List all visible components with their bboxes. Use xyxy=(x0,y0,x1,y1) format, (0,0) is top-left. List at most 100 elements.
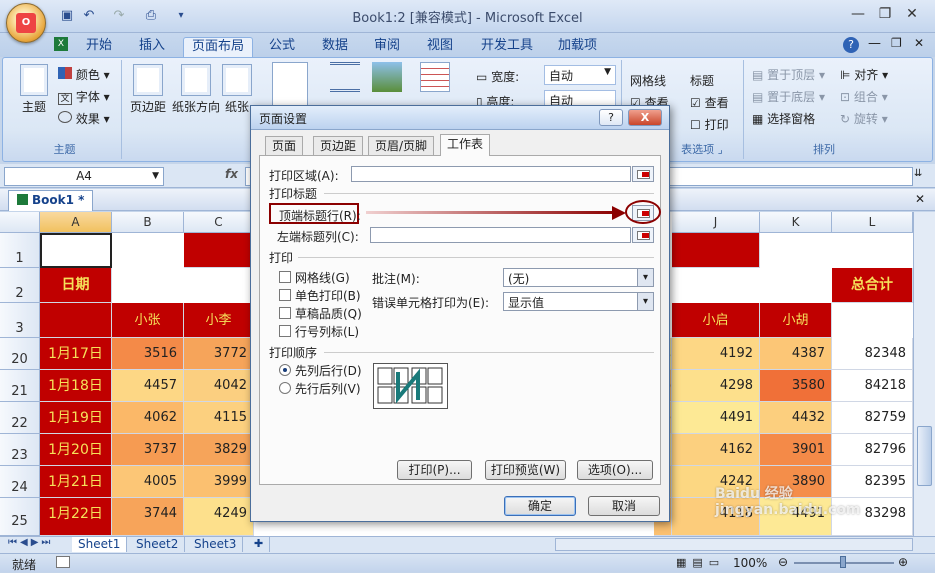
headings-print-checkbox[interactable]: ☐ 打印 xyxy=(690,116,729,133)
headings-view-checkbox[interactable]: ☑ 查看 xyxy=(690,94,729,111)
width-select[interactable]: 自动 ▼ xyxy=(544,65,616,85)
dialog-tab-sheet[interactable]: 工作表 xyxy=(440,134,491,156)
ribbon-close-icon[interactable]: ✕ xyxy=(914,36,924,50)
bring-front-button[interactable]: ▤ 置于顶层 ▾ xyxy=(752,66,825,83)
workbook-tab[interactable]: Book1 * xyxy=(8,190,94,211)
tab-addins[interactable]: 加载项 xyxy=(550,37,605,57)
row-header-2[interactable]: 2 xyxy=(0,268,40,303)
column-header-b[interactable]: B xyxy=(112,212,184,233)
tab-page-layout[interactable]: 页面布局 xyxy=(183,37,254,57)
zoom-out-icon[interactable]: ⊖ xyxy=(778,555,788,569)
cell-total[interactable]: 82796 xyxy=(832,434,913,466)
zoom-level[interactable]: 100% xyxy=(733,556,767,570)
cell-value[interactable]: 4062 xyxy=(112,402,184,434)
theme-colors-button[interactable]: 颜色 ▾ xyxy=(58,66,110,83)
draft-checkbox[interactable] xyxy=(279,307,291,319)
column-header-j[interactable]: J xyxy=(672,212,760,233)
scroll-thumb[interactable] xyxy=(917,426,932,486)
restore-icon[interactable]: ❐ xyxy=(872,5,898,25)
column-header-k[interactable]: K xyxy=(760,212,832,233)
cell-value[interactable]: 4457 xyxy=(112,370,184,402)
cell-a1[interactable] xyxy=(40,233,112,268)
rotate-button[interactable]: ↻ 旋转 ▾ xyxy=(840,110,888,127)
select-all-corner[interactable] xyxy=(0,212,40,233)
left-cols-ref-icon[interactable] xyxy=(632,227,654,243)
orientation-button[interactable]: 纸张方向 xyxy=(170,64,222,115)
cell-total[interactable]: 82759 xyxy=(832,402,913,434)
options-button[interactable]: 选项(O)... xyxy=(577,460,653,480)
macro-record-icon[interactable] xyxy=(56,556,70,568)
theme-effects-button[interactable]: 效果 ▾ xyxy=(58,110,110,127)
cell-name-xiaohu[interactable]: 小胡 xyxy=(760,303,832,338)
cell-value[interactable]: 4162 xyxy=(672,434,760,466)
cell-total-header[interactable]: 总合计 xyxy=(832,268,913,303)
cell-date[interactable]: 1月21日 xyxy=(40,466,112,498)
cell-value[interactable]: 4249 xyxy=(184,498,254,536)
cell-date[interactable]: 1月19日 xyxy=(40,402,112,434)
row-header-20[interactable]: 20 xyxy=(0,338,40,370)
cell-date[interactable]: 1月18日 xyxy=(40,370,112,402)
cell-name-xiaoqi[interactable]: 小启 xyxy=(672,303,760,338)
cell-name-xiaoli[interactable]: 小李 xyxy=(184,303,254,338)
cell-value[interactable]: 4042 xyxy=(184,370,254,402)
print-area-icon[interactable] xyxy=(272,62,308,106)
ok-button[interactable]: 确定 xyxy=(504,496,576,516)
margins-button[interactable]: 页边距 xyxy=(126,64,170,115)
sheet-tab-1[interactable]: Sheet1 xyxy=(72,537,128,552)
tab-view[interactable]: 视图 xyxy=(419,37,461,57)
over-then-down-radio[interactable] xyxy=(279,382,291,394)
breaks-icon[interactable] xyxy=(330,62,360,92)
cell-value[interactable]: 3737 xyxy=(112,434,184,466)
name-box[interactable]: A4 ▼ xyxy=(4,167,164,186)
row-header-21[interactable]: 21 xyxy=(0,370,40,402)
themes-button[interactable]: 主题 xyxy=(14,64,54,115)
cell-value[interactable]: 3901 xyxy=(760,434,832,466)
cell-total[interactable]: 82348 xyxy=(832,338,913,370)
cell-name-xiaozhang[interactable]: 小张 xyxy=(112,303,184,338)
selection-pane-button[interactable]: ▦ 选择窗格 xyxy=(752,110,815,127)
cell-value[interactable]: 3772 xyxy=(184,338,254,370)
close-icon[interactable]: ✕ xyxy=(899,5,925,25)
cell-c1[interactable] xyxy=(184,233,254,268)
sheet-tab-2[interactable]: Sheet2 xyxy=(130,537,186,552)
align-button[interactable]: ⊫ 对齐 ▾ xyxy=(840,66,888,83)
tab-home[interactable]: 开始 xyxy=(78,37,120,57)
column-header-c[interactable]: C xyxy=(184,212,254,233)
row-header-1[interactable]: 1 xyxy=(0,233,40,268)
cell-date[interactable]: 1月17日 xyxy=(40,338,112,370)
cell-value[interactable]: 4005 xyxy=(112,466,184,498)
mono-checkbox[interactable] xyxy=(279,289,291,301)
ribbon-minimize-icon[interactable]: — xyxy=(868,36,881,51)
print-button[interactable]: 打印(P)... xyxy=(397,460,472,480)
row-col-headers-checkbox[interactable] xyxy=(279,325,291,337)
workbook-close-icon[interactable]: ✕ xyxy=(915,192,925,206)
dialog-tab-margins[interactable]: 页边距 xyxy=(313,136,364,156)
column-header-l[interactable]: L xyxy=(832,212,913,233)
expand-formula-icon[interactable]: ⇊ xyxy=(914,168,922,179)
cell-date-header[interactable]: 日期 xyxy=(40,268,112,303)
cell-date[interactable]: 1月20日 xyxy=(40,434,112,466)
group-button[interactable]: ⊡ 组合 ▾ xyxy=(840,88,888,105)
cell-value[interactable]: 3744 xyxy=(112,498,184,536)
cell-total[interactable]: 84218 xyxy=(832,370,913,402)
size-button[interactable]: 纸张 xyxy=(222,64,252,115)
dialog-help-icon[interactable]: ? xyxy=(599,109,623,126)
horizontal-scrollbar[interactable] xyxy=(555,538,913,551)
row-header-23[interactable]: 23 xyxy=(0,434,40,466)
dialog-close-icon[interactable]: X xyxy=(628,109,662,126)
cell-value[interactable]: 3829 xyxy=(184,434,254,466)
print-preview-button[interactable]: 打印预览(W) xyxy=(485,460,566,480)
minimize-icon[interactable]: — xyxy=(845,5,871,25)
help-icon[interactable]: ? xyxy=(843,37,859,53)
column-header-a[interactable]: A xyxy=(40,212,112,233)
zoom-in-icon[interactable]: ⊕ xyxy=(898,555,908,569)
dialog-tab-page[interactable]: 页面 xyxy=(265,136,304,156)
vertical-scrollbar[interactable] xyxy=(913,212,935,536)
row-header-3[interactable]: 3 xyxy=(0,303,40,338)
comments-select[interactable]: (无) xyxy=(503,268,654,287)
cell-value[interactable]: 4387 xyxy=(760,338,832,370)
cancel-button[interactable]: 取消 xyxy=(588,496,660,516)
row-header-25[interactable]: 25 xyxy=(0,498,40,536)
tab-review[interactable]: 审阅 xyxy=(366,37,408,57)
cell-j1[interactable] xyxy=(672,233,760,268)
